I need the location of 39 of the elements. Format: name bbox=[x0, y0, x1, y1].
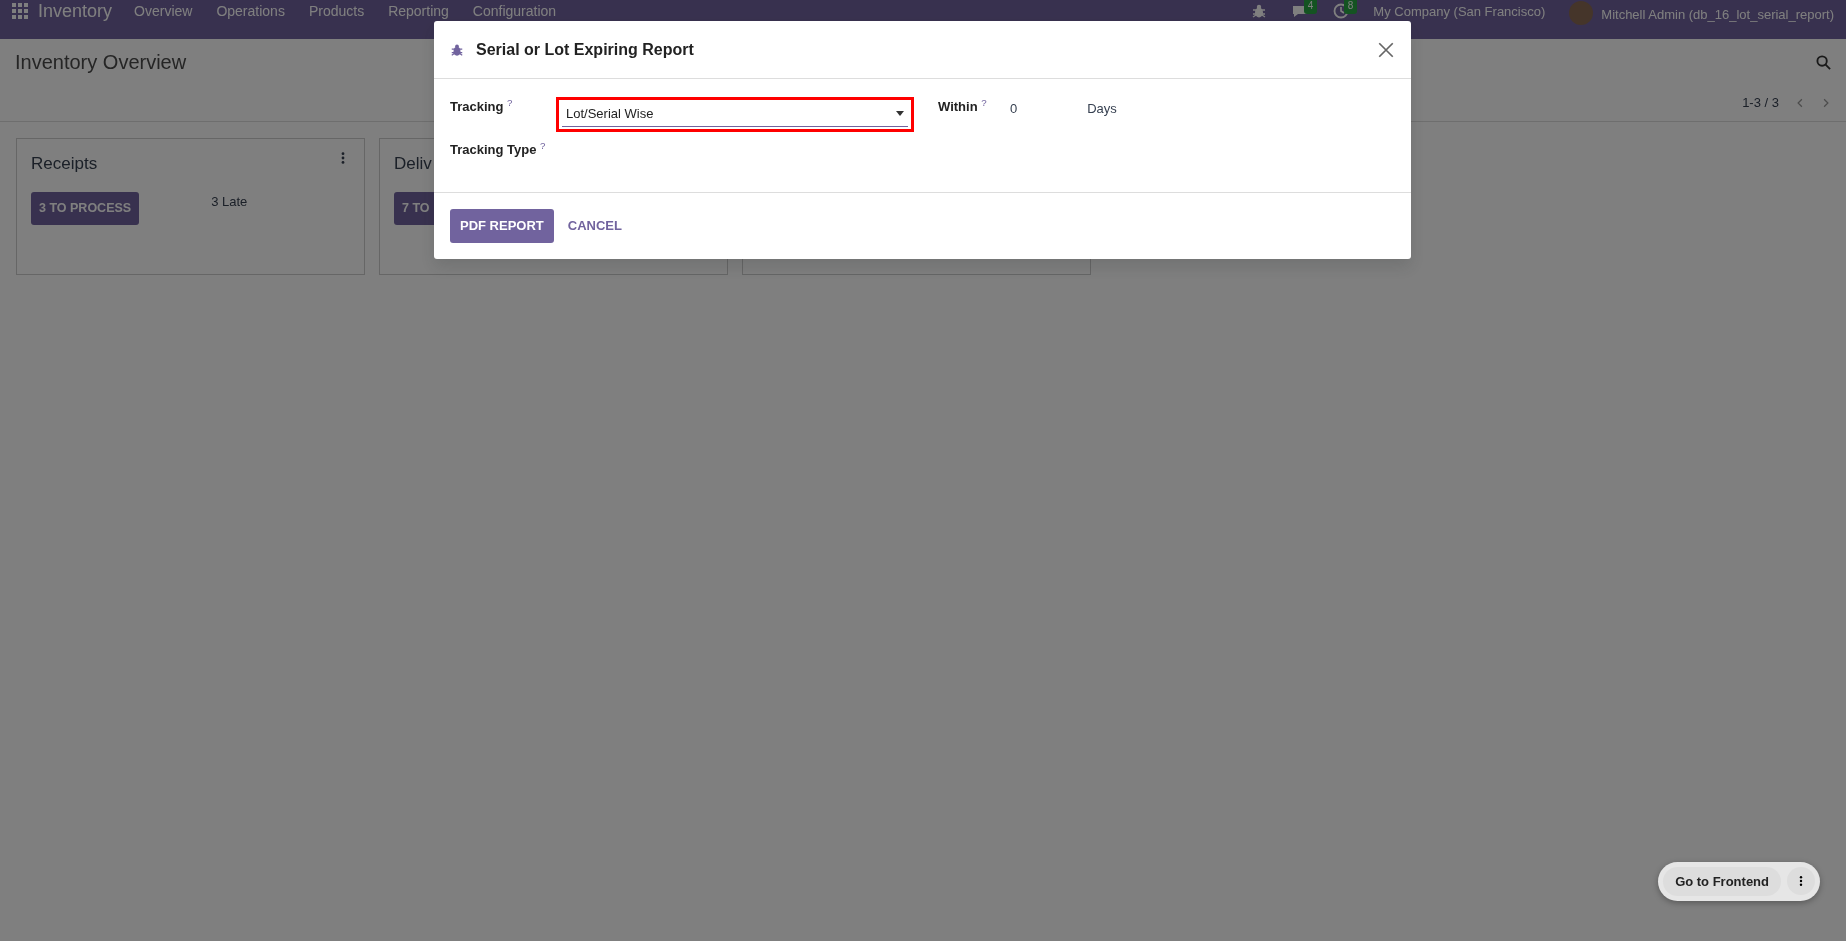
bug-icon[interactable] bbox=[1251, 3, 1268, 19]
help-marker[interactable]: ? bbox=[981, 97, 987, 109]
dialog-title: Serial or Lot Expiring Report bbox=[476, 39, 694, 60]
field-label: Tracking Type $^{?}$ bbox=[450, 139, 547, 159]
chevron-right-icon[interactable] bbox=[1821, 96, 1831, 109]
menu-item[interactable]: Operations bbox=[204, 3, 297, 20]
pager-value: 1-3 / 3 bbox=[1742, 94, 1779, 112]
avatar bbox=[1569, 1, 1594, 25]
count-badge: 8 bbox=[1343, 0, 1358, 14]
field-label: Within $^{?}$ bbox=[938, 97, 988, 116]
count-badge: 4 bbox=[1303, 0, 1318, 14]
card-title: Deliv bbox=[394, 152, 432, 175]
help-marker[interactable]: ? bbox=[540, 139, 546, 151]
bug-icon bbox=[450, 42, 464, 57]
menu-item[interactable]: Overview bbox=[122, 3, 205, 20]
app-name[interactable]: Inventory bbox=[28, 3, 123, 20]
frontend-button[interactable]: Go to Frontend bbox=[1663, 866, 1781, 896]
late-count[interactable]: 3 Late bbox=[211, 192, 248, 212]
card-title: Receipts bbox=[31, 152, 98, 175]
more-button[interactable] bbox=[1787, 866, 1815, 895]
chevron-left-icon[interactable] bbox=[1795, 96, 1805, 109]
page-title: Inventory Overview bbox=[15, 50, 187, 75]
unit-label: Days bbox=[1087, 100, 1117, 118]
help-marker[interactable]: ? bbox=[507, 97, 513, 109]
field-label: Tracking $^{?}$ bbox=[450, 97, 514, 116]
menu-item[interactable]: Products bbox=[296, 3, 377, 20]
pdf-report-button[interactable]: PDF REPORT bbox=[450, 209, 554, 243]
cancel-button[interactable]: CANCEL bbox=[561, 215, 628, 237]
app-grid-icon[interactable] bbox=[12, 3, 28, 19]
user-menu[interactable]: Mitchell Admin (db_16_lot_serial_report) bbox=[1601, 5, 1834, 23]
menu-item[interactable]: Reporting bbox=[376, 3, 461, 20]
number-field[interactable]: 0 bbox=[1010, 99, 1018, 119]
close-icon[interactable] bbox=[1377, 40, 1395, 59]
caret-icon bbox=[896, 111, 904, 117]
search-icon[interactable] bbox=[1816, 54, 1831, 70]
process-button[interactable]: 3 TO PROCESS bbox=[31, 192, 140, 225]
company-switcher[interactable]: My Company (San Francisco) bbox=[1373, 3, 1546, 20]
clock-icon[interactable] bbox=[1333, 3, 1350, 19]
menu-item[interactable]: Configuration bbox=[460, 3, 569, 20]
